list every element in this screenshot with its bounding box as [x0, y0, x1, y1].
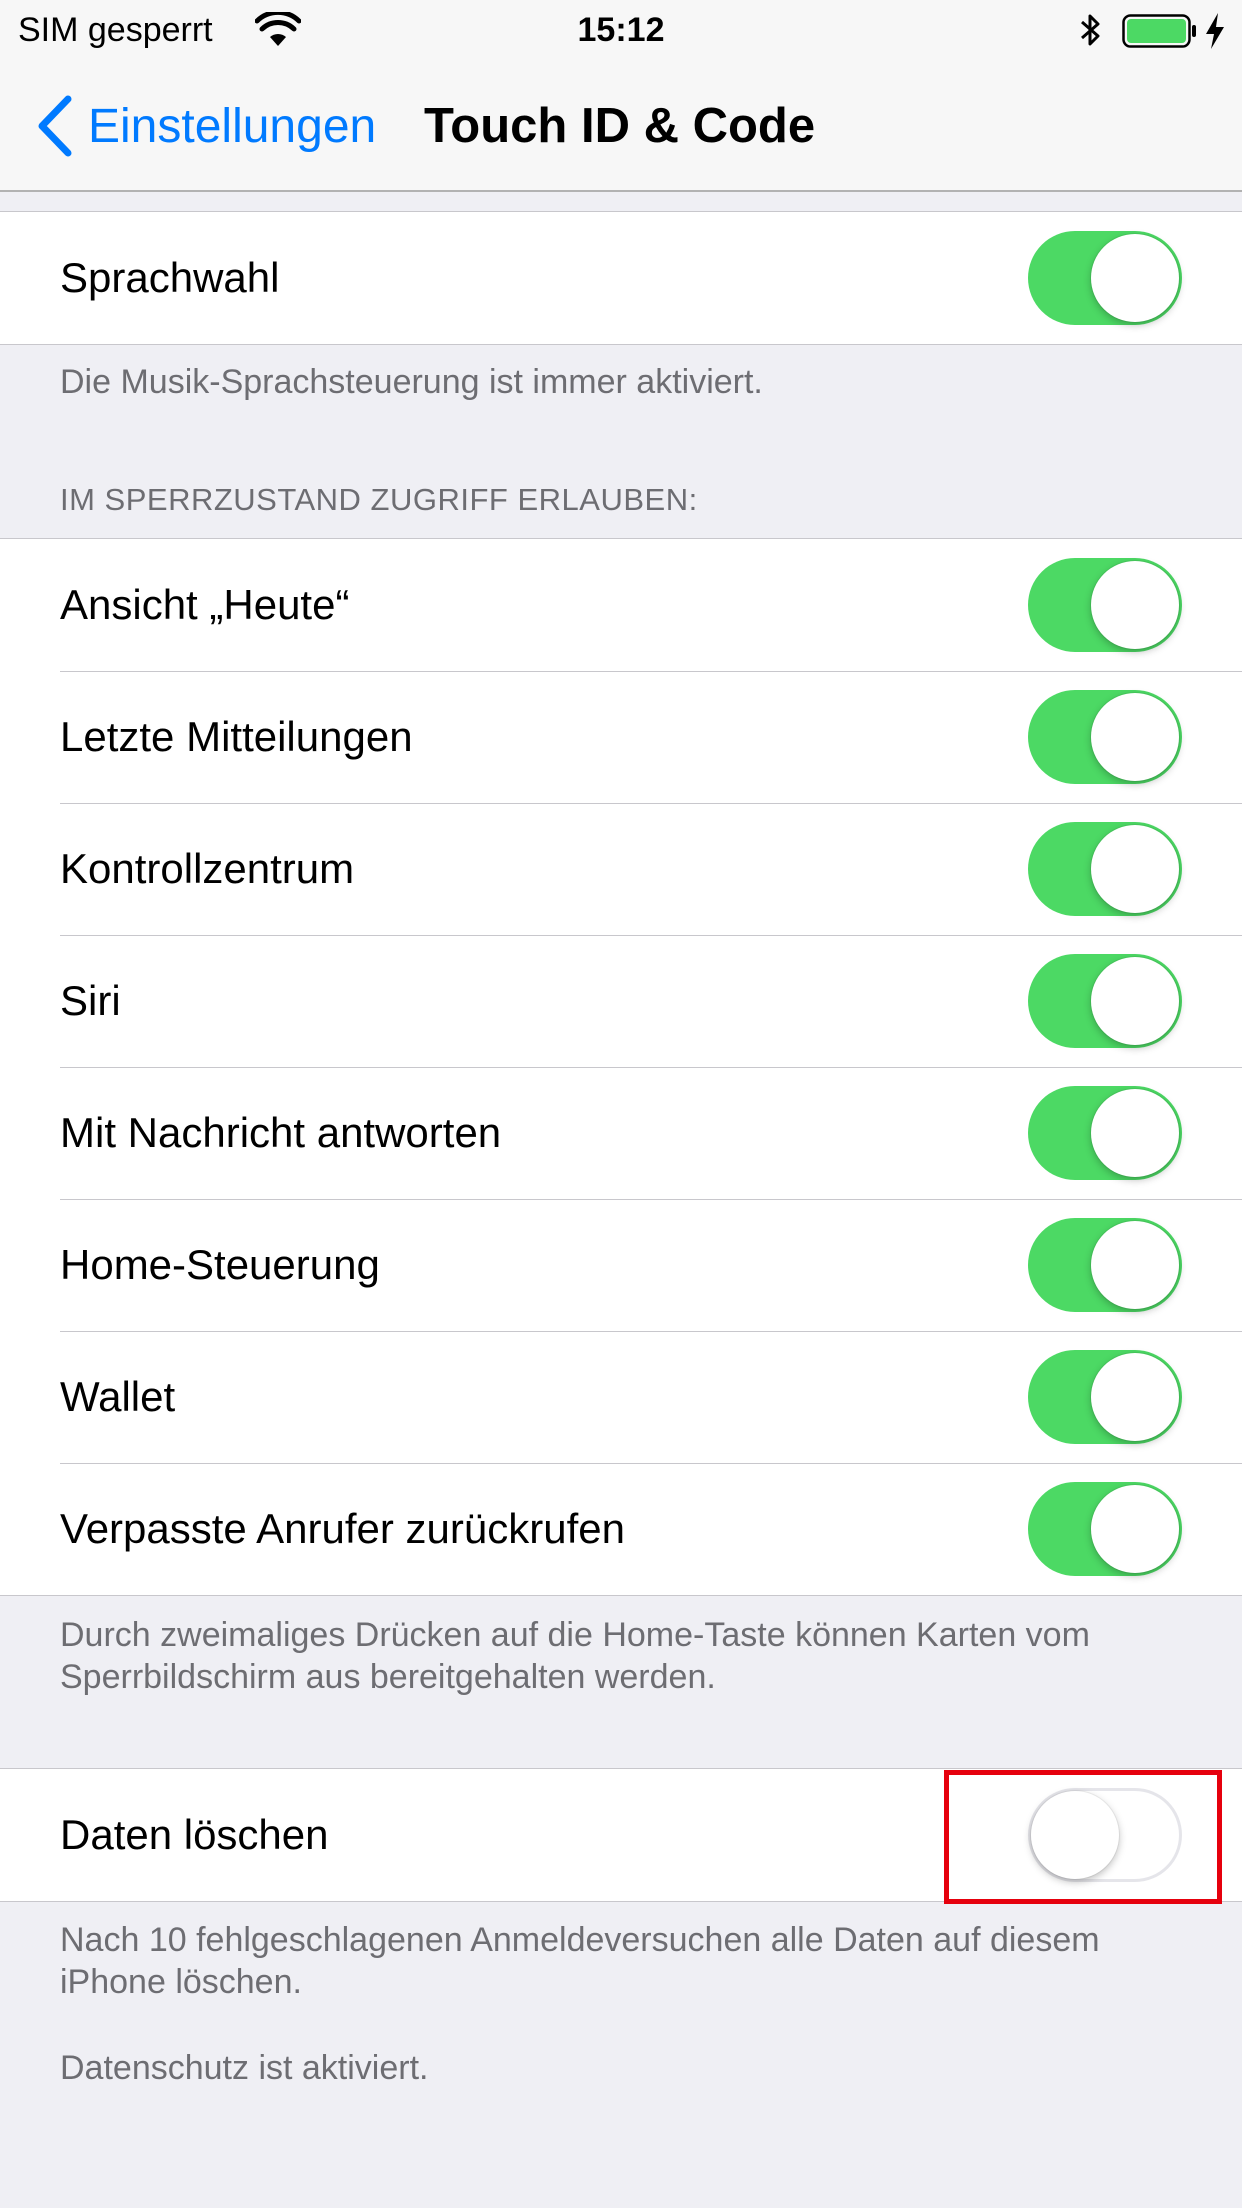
settings-row-voice-dial: Sprachwahl — [0, 212, 1242, 344]
voice-dial-toggle[interactable] — [1028, 231, 1182, 325]
control-center-toggle[interactable] — [1028, 822, 1182, 916]
navigation-bar: Einstellungen Touch ID & Code — [0, 60, 1242, 192]
section-header-lock-access: IM SPERRZUSTAND ZUGRIFF ERLAUBEN: — [60, 482, 698, 517]
siri-toggle[interactable] — [1028, 954, 1182, 1048]
row-label: Verpasste Anrufer zurückrufen — [60, 1505, 625, 1552]
settings-row-home-control: Home-Steuerung — [0, 1199, 1242, 1331]
settings-row-reply-with-message: Mit Nachricht antworten — [0, 1067, 1242, 1199]
row-label: Mit Nachricht antworten — [60, 1109, 502, 1156]
row-label: Ansicht „Heute“ — [60, 581, 350, 628]
home-control-toggle[interactable] — [1028, 1218, 1182, 1312]
reply-with-message-toggle[interactable] — [1028, 1086, 1182, 1180]
settings-row-return-missed-calls: Verpasste Anrufer zurückrufen — [0, 1463, 1242, 1595]
lock-access-group: Ansicht „Heute“ Letzte Mitteilungen Kont… — [0, 538, 1242, 1596]
wallet-toggle[interactable] — [1028, 1350, 1182, 1444]
status-bar: SIM gesperrt 15:12 — [0, 0, 1242, 60]
toggle-knob — [1091, 825, 1179, 913]
page-title: Touch ID & Code — [424, 99, 816, 153]
row-label: Kontrollzentrum — [60, 845, 355, 892]
settings-row-wallet: Wallet — [0, 1331, 1242, 1463]
charging-bolt-icon — [1206, 13, 1224, 49]
erase-data-footer: Nach 10 fehlgeschlagenen Anmeldeversuche… — [60, 1921, 1100, 2001]
settings-row-control-center: Kontrollzentrum — [0, 803, 1242, 935]
row-label: Wallet — [60, 1373, 176, 1420]
row-label: Sprachwahl — [60, 254, 280, 301]
toggle-knob — [1091, 1089, 1179, 1177]
row-label: Daten löschen — [60, 1811, 329, 1858]
settings-row-siri: Siri — [0, 935, 1242, 1067]
clock: 15:12 — [577, 11, 665, 49]
settings-row-recent-notifications: Letzte Mitteilungen — [0, 671, 1242, 803]
toggle-knob — [1091, 693, 1179, 781]
toggle-knob — [1091, 1485, 1179, 1573]
toggle-knob — [1091, 1221, 1179, 1309]
settings-row-today-view: Ansicht „Heute“ — [0, 539, 1242, 671]
bluetooth-icon — [1081, 14, 1100, 46]
battery-icon — [1122, 14, 1196, 48]
highlight-box — [944, 1770, 1222, 1904]
today-view-toggle[interactable] — [1028, 558, 1182, 652]
back-button-label: Einstellungen — [88, 99, 377, 153]
toggle-knob — [1091, 1353, 1179, 1441]
row-label: Home-Steuerung — [60, 1241, 380, 1288]
row-label: Siri — [60, 977, 121, 1024]
row-label: Letzte Mitteilungen — [60, 713, 413, 760]
chevron-left-icon — [38, 95, 72, 157]
voice-dial-group: Sprachwahl — [0, 211, 1242, 345]
toggle-knob — [1091, 957, 1179, 1045]
settings-screen: SIM gesperrt 15:12 Einstellungen Touch I… — [0, 0, 1242, 2208]
lock-access-footer: Durch zweimaliges Drücken auf die Home-T… — [60, 1616, 1090, 1696]
return-missed-calls-toggle[interactable] — [1028, 1482, 1182, 1576]
recent-notifications-toggle[interactable] — [1028, 690, 1182, 784]
back-button[interactable]: Einstellungen — [36, 95, 377, 157]
toggle-knob — [1091, 234, 1179, 322]
toggle-knob — [1091, 561, 1179, 649]
voice-dial-footer: Die Musik-Sprachsteuerung ist immer akti… — [60, 363, 763, 401]
data-protection-note: Datenschutz ist aktiviert. — [60, 2049, 429, 2087]
